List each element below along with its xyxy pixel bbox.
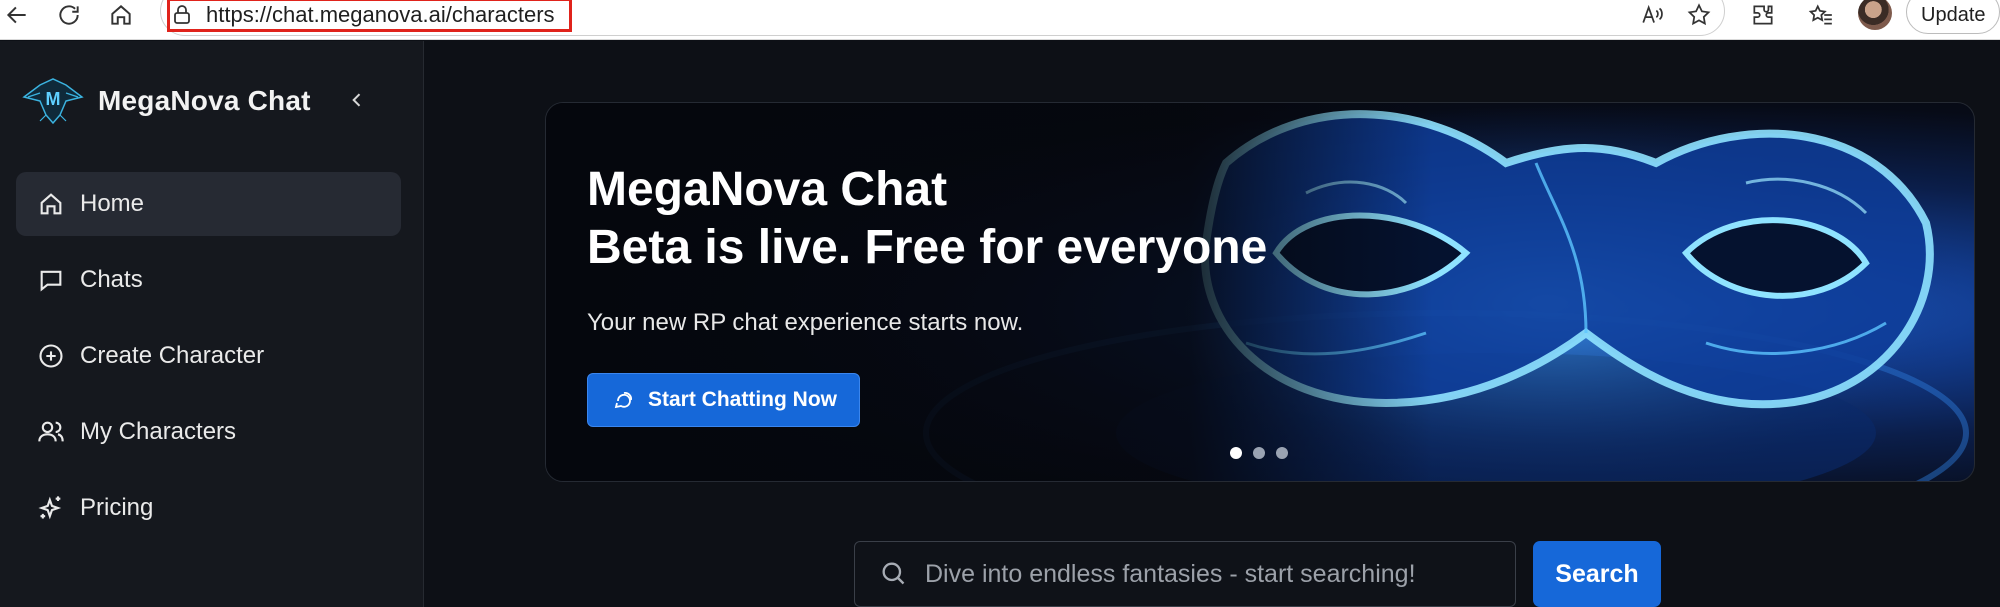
update-button[interactable]: Update	[1906, 0, 2000, 34]
start-chatting-button[interactable]: Start Chatting Now	[587, 373, 860, 427]
collapse-sidebar-button[interactable]	[340, 83, 374, 117]
sidebar: M MegaNova Chat Home Chats Create Charac…	[0, 41, 424, 607]
search-button[interactable]: Search	[1533, 541, 1661, 607]
brand[interactable]: M MegaNova Chat	[20, 71, 311, 131]
sidebar-item-pricing[interactable]: Pricing	[16, 476, 401, 540]
favorite-star-icon[interactable]	[1684, 0, 1714, 30]
favorites-icon[interactable]	[1806, 0, 1836, 30]
sidebar-item-label: Chats	[80, 266, 143, 293]
sparkles-icon	[36, 493, 66, 523]
sidebar-item-create-character[interactable]: Create Character	[16, 324, 401, 388]
main-content: MegaNova Chat Beta is live. Free for eve…	[425, 41, 2000, 607]
start-chatting-label: Start Chatting Now	[648, 388, 837, 411]
search-icon	[879, 559, 909, 589]
sidebar-item-label: Pricing	[80, 494, 154, 521]
sidebar-item-my-characters[interactable]: My Characters	[16, 400, 401, 464]
profile-avatar[interactable]	[1858, 0, 1892, 30]
read-aloud-icon[interactable]	[1638, 0, 1668, 30]
carousel-dot-1[interactable]	[1230, 447, 1242, 459]
sidebar-item-home[interactable]: Home	[16, 172, 401, 236]
svg-text:M: M	[46, 89, 61, 109]
search-box	[854, 541, 1516, 607]
home-icon[interactable]	[106, 0, 136, 30]
users-icon	[36, 417, 66, 447]
brand-name: MegaNova Chat	[98, 85, 311, 116]
carousel-dot-2[interactable]	[1253, 447, 1265, 459]
banner-title-line1: MegaNova Chat	[587, 163, 948, 216]
search-input[interactable]	[925, 559, 1505, 589]
chat-bubble-icon	[36, 265, 66, 295]
meganova-logo: M	[22, 78, 84, 125]
chevron-left-icon	[352, 93, 361, 107]
url-text[interactable]: https://chat.meganova.ai/characters	[206, 1, 555, 29]
banner-title: MegaNova Chat Beta is live. Free for eve…	[587, 161, 1267, 277]
sidebar-item-label: Home	[80, 190, 145, 217]
carousel-dot-3[interactable]	[1276, 447, 1288, 459]
browser-toolbar: https://chat.meganova.ai/characters Upda…	[0, 0, 2000, 40]
banner-title-line2: Beta is live. Free for everyone	[587, 221, 1268, 274]
sidebar-item-chats[interactable]: Chats	[16, 248, 401, 312]
hero-banner: MegaNova Chat Beta is live. Free for eve…	[545, 102, 1975, 482]
banner-subtitle: Your new RP chat experience starts now.	[587, 309, 1024, 336]
sidebar-item-label: My Characters	[80, 418, 237, 445]
home-icon	[36, 189, 66, 219]
back-icon[interactable]	[2, 0, 32, 30]
plus-circle-icon	[36, 341, 66, 371]
chat-bubbles-icon	[610, 387, 636, 413]
refresh-icon[interactable]	[54, 0, 84, 30]
extensions-icon[interactable]	[1748, 0, 1778, 30]
sidebar-item-label: Create Character	[80, 342, 265, 369]
carousel-dots	[1230, 447, 1288, 459]
